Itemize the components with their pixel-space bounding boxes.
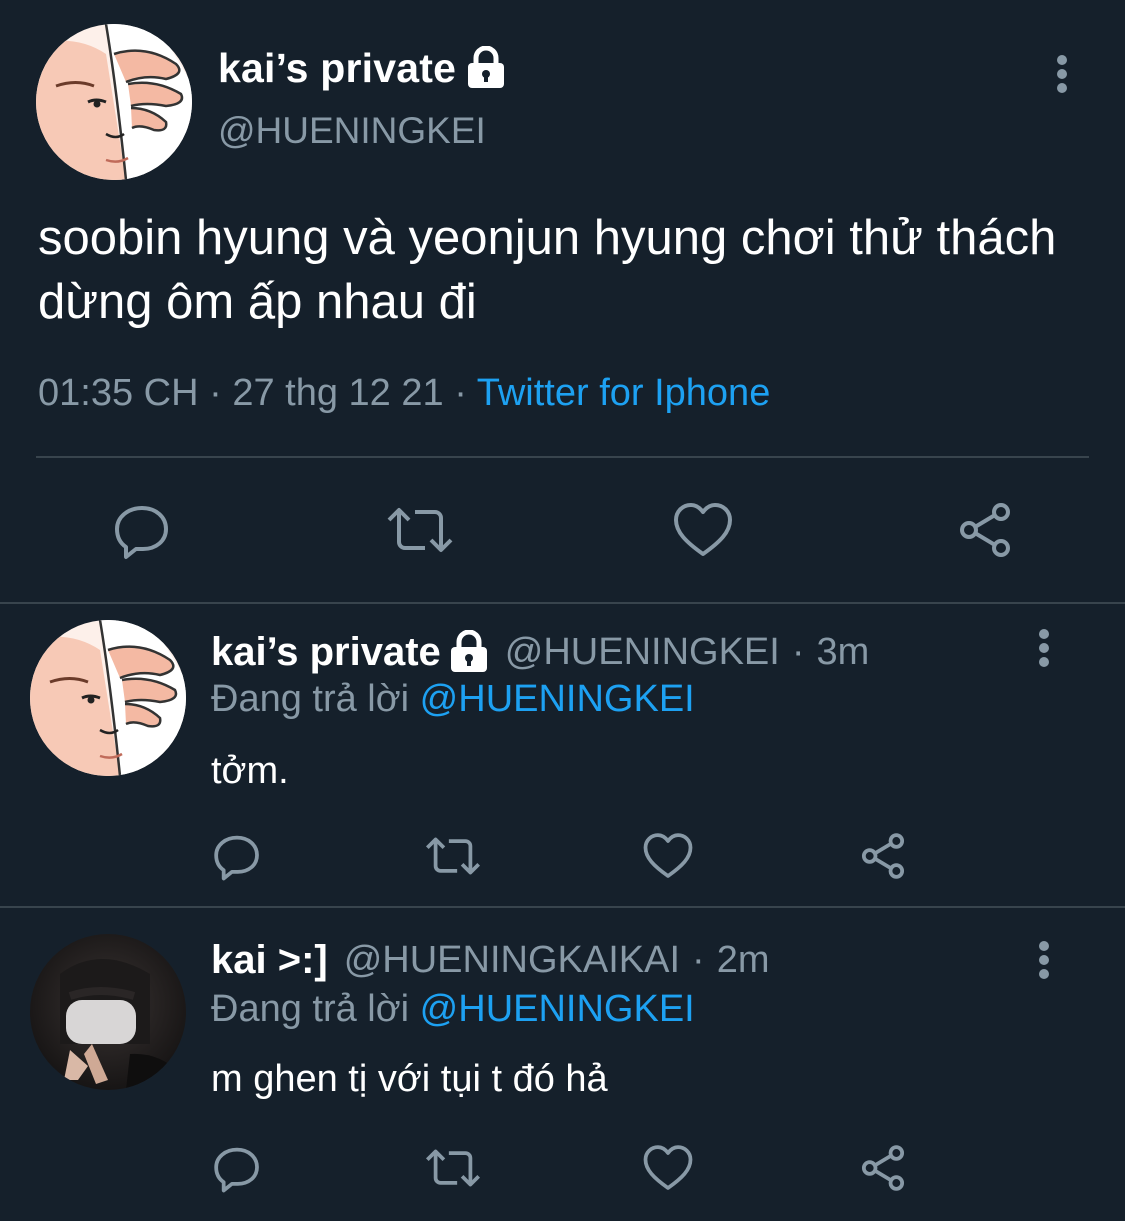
retweet-icon: [425, 837, 481, 875]
like-button[interactable]: [663, 490, 743, 570]
replying-label: Đang trả lời: [211, 988, 410, 1030]
replying-mention[interactable]: @HUENINGKEI: [420, 678, 695, 720]
lock-icon: [449, 629, 489, 674]
author-name-row[interactable]: kai’s private: [218, 42, 506, 94]
replying-mention[interactable]: @HUENINGKEI: [420, 988, 695, 1030]
meta-separator: ·: [209, 372, 222, 414]
reply-icon: [214, 835, 259, 881]
author-handle[interactable]: @HUENINGKAIKAI: [344, 939, 680, 982]
share-button[interactable]: [851, 824, 915, 888]
lock-icon: [466, 45, 506, 90]
tweet-date[interactable]: 27 thg 12 21: [232, 372, 443, 414]
tweet-meta: 01:35 CH · 27 thg 12 21 · Twitter for Ip…: [38, 372, 770, 415]
like-icon: [643, 833, 693, 878]
reply-text: tởm.: [211, 750, 289, 792]
reply-header: kai >:] @HUENINGKAIKAI · 2m: [211, 934, 769, 986]
display-name[interactable]: kai >:]: [211, 938, 328, 983]
retweet-icon: [387, 508, 453, 552]
replying-to: Đang trả lời @HUENINGKEI: [211, 988, 695, 1031]
meta-separator: ·: [692, 938, 705, 981]
avatar[interactable]: [36, 24, 192, 180]
share-icon: [861, 1145, 905, 1191]
reply-button[interactable]: [205, 1136, 269, 1200]
retweet-button[interactable]: [421, 1136, 485, 1200]
avatar-drawing: [36, 24, 192, 180]
reply-button[interactable]: [205, 824, 269, 888]
reply-icon: [214, 1147, 259, 1193]
avatar[interactable]: [30, 934, 186, 1090]
more-vertical-icon[interactable]: [1022, 626, 1066, 670]
retweet-icon: [425, 1149, 481, 1187]
more-vertical-icon[interactable]: [1040, 52, 1084, 96]
reply-tweet[interactable]: kai’s private @HUENINGKEI · 3m Đang trả …: [0, 604, 1125, 907]
tweet-source[interactable]: Twitter for Iphone: [477, 372, 771, 414]
avatar[interactable]: [30, 620, 186, 776]
meta-separator: ·: [791, 630, 805, 673]
share-button[interactable]: [945, 490, 1025, 570]
like-button[interactable]: [636, 1136, 700, 1200]
display-name[interactable]: kai’s private: [211, 630, 441, 675]
reply-tweet[interactable]: kai >:] @HUENINGKAIKAI · 2m Đang trả lời…: [0, 908, 1125, 1221]
replying-label: Đang trả lời: [211, 678, 410, 720]
retweet-button[interactable]: [421, 824, 485, 888]
tweet-time[interactable]: 01:35 CH: [38, 372, 199, 414]
retweet-button[interactable]: [380, 490, 460, 570]
more-vertical-icon[interactable]: [1022, 938, 1066, 982]
reply-header: kai’s private @HUENINGKEI · 3m: [211, 626, 869, 678]
author-handle[interactable]: @HUENINGKEI: [505, 631, 780, 674]
action-bar: [0, 490, 1125, 570]
avatar-drawing: [30, 620, 186, 776]
share-icon: [861, 833, 905, 879]
author-handle[interactable]: @HUENINGKEI: [218, 110, 486, 152]
reply-time[interactable]: 2m: [717, 939, 770, 982]
reply-time[interactable]: 3m: [816, 631, 869, 674]
like-icon: [643, 1145, 693, 1190]
tweet-thread: kai’s private @HUENINGKEI soobin hyung v…: [0, 0, 1125, 1221]
share-icon: [960, 503, 1010, 557]
like-button[interactable]: [636, 824, 700, 888]
display-name[interactable]: kai’s private: [218, 45, 456, 92]
tweet-text: soobin hyung và yeonjun hyung chơi thử t…: [38, 211, 1057, 329]
share-button[interactable]: [851, 1136, 915, 1200]
avatar-photo: [30, 934, 186, 1090]
reply-icon: [115, 506, 168, 559]
replying-to: Đang trả lời @HUENINGKEI: [211, 678, 695, 721]
reply-button[interactable]: [102, 490, 182, 570]
like-icon: [674, 503, 732, 556]
main-tweet: kai’s private @HUENINGKEI soobin hyung v…: [0, 0, 1125, 603]
reply-text: m ghen tị với tụi t đó hả: [211, 1058, 608, 1100]
divider: [36, 456, 1089, 458]
meta-separator: ·: [454, 372, 467, 414]
